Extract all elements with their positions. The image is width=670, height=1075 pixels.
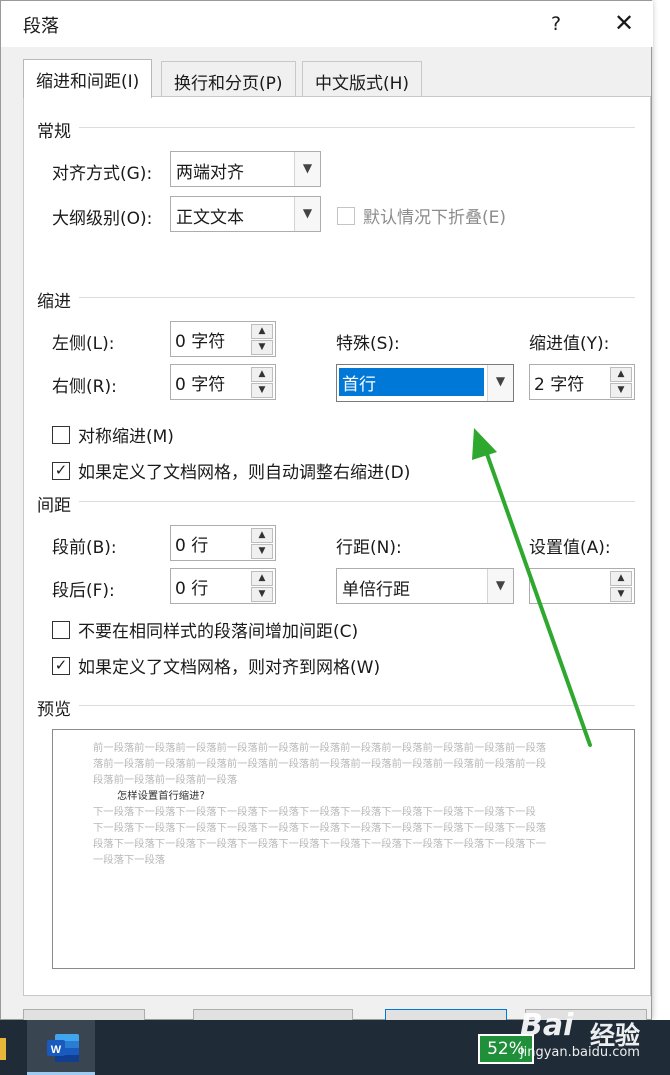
snap-to-grid-checkbox[interactable]: ✓ 如果定义了文档网格，则对齐到网格(W): [52, 653, 380, 678]
alignment-value: 两端对齐: [176, 163, 244, 183]
outline-level-label: 大纲级别(O):: [52, 209, 153, 229]
indent-by-label: 缩进值(Y):: [529, 334, 610, 354]
spin-down-icon[interactable]: ▼: [251, 383, 273, 398]
indent-by-value[interactable]: 2 字符: [534, 370, 584, 395]
checkmark-icon: ✓: [52, 656, 70, 675]
preview-next-line: 一段落下一段落: [93, 854, 166, 866]
mirror-indents-checkbox[interactable]: 对称缩进(M): [52, 422, 174, 447]
checkbox-box: [337, 206, 355, 225]
chevron-down-icon: ▼: [294, 152, 320, 186]
preview-prev-line: 落前一段落前一段落前一段落前一段落前一段落前一段落前一段落前一段落前一段落前一段…: [93, 758, 547, 770]
line-spacing-select[interactable]: 单倍行距 ▼: [336, 568, 514, 604]
spacing-before-value[interactable]: 0 行: [175, 531, 208, 556]
spacing-before-label: 段前(B):: [52, 538, 117, 558]
collapse-by-default-checkbox[interactable]: 默认情况下折叠(E): [337, 203, 506, 228]
spin-down-icon[interactable]: ▼: [610, 383, 632, 398]
preview-next-line: 下一段落下一段落下一段落下一段落下一段落下一段落下一段落下一段落下一段落下一段落…: [93, 822, 547, 834]
snap-to-grid-label: 如果定义了文档网格，则对齐到网格(W): [78, 658, 381, 678]
indent-left-spinner[interactable]: 0 字符 ▲ ▼: [170, 321, 276, 357]
indent-by-spinner[interactable]: 2 字符 ▲ ▼: [529, 364, 635, 400]
preview-prev-line: 前一段落前一段落前一段落前一段落前一段落前一段落前一段落前一段落前一段落前一段落…: [93, 742, 547, 754]
spin-down-icon[interactable]: ▼: [251, 544, 273, 559]
spin-up-icon[interactable]: ▲: [251, 528, 273, 543]
auto-adjust-indent-checkbox[interactable]: ✓ 如果定义了文档网格，则自动调整右缩进(D): [52, 458, 410, 483]
spin-down-icon[interactable]: ▼: [251, 340, 273, 355]
tab-asian-typography[interactable]: 中文版式(H): [302, 61, 423, 97]
section-general: 常规: [37, 122, 71, 142]
special-indent-label: 特殊(S):: [336, 334, 400, 354]
spacing-after-spinner[interactable]: 0 行 ▲ ▼: [170, 568, 276, 604]
no-space-same-style-checkbox[interactable]: 不要在相同样式的段落间增加间距(C): [52, 617, 358, 642]
paragraph-dialog: 段落 ? ✕ 缩进和间距(I) 换行和分页(P) 中文版式(H) 常规 对齐方式…: [0, 0, 653, 1023]
watermark-logo: Bai: [520, 1008, 574, 1043]
preview-next-line: 下一段落下一段落下一段落下一段落下一段落下一段落下一段落下一段落下一段落下一段落…: [93, 806, 536, 818]
checkmark-icon: ✓: [52, 461, 70, 480]
indent-left-label: 左侧(L):: [52, 334, 115, 354]
divider: [79, 297, 635, 298]
background-app-right: [650, 0, 670, 1020]
help-button[interactable]: ?: [539, 7, 573, 41]
preview-next-line: 段落下一段落下一段落下一段落下一段落下一段落下一段落下一段落下一段落下一段落下一…: [93, 838, 547, 850]
no-space-same-style-label: 不要在相同样式的段落间增加间距(C): [78, 622, 359, 642]
dialog-titlebar: 段落 ? ✕: [1, 1, 653, 47]
close-button[interactable]: ✕: [601, 7, 647, 41]
section-indentation: 缩进: [37, 292, 71, 312]
spin-up-icon[interactable]: ▲: [251, 571, 273, 586]
mirror-indents-label: 对称缩进(M): [78, 427, 174, 447]
indent-right-label: 右侧(R):: [52, 377, 117, 397]
line-spacing-value: 单倍行距: [342, 580, 410, 600]
indent-left-value[interactable]: 0 字符: [175, 327, 225, 352]
preview-box: 前一段落前一段落前一段落前一段落前一段落前一段落前一段落前一段落前一段落前一段落…: [52, 729, 635, 969]
line-spacing-label: 行距(N):: [336, 538, 402, 558]
spacing-after-label: 段后(F):: [52, 581, 115, 601]
tab-indents-spacing[interactable]: 缩进和间距(I): [23, 59, 153, 98]
outline-level-select[interactable]: 正文文本 ▼: [170, 196, 321, 232]
collapse-by-default-label: 默认情况下折叠(E): [363, 208, 507, 228]
spacing-at-label: 设置值(A):: [529, 538, 611, 558]
svg-text:W: W: [51, 1044, 62, 1056]
spacing-at-spinner[interactable]: ▲ ▼: [529, 568, 635, 604]
divider: [79, 705, 635, 706]
spin-up-icon[interactable]: ▲: [610, 367, 632, 382]
chevron-down-icon: ▼: [487, 365, 513, 401]
special-indent-value: 首行: [339, 368, 484, 396]
watermark-url: jingyan.baidu.com: [520, 1045, 640, 1060]
section-preview: 预览: [37, 700, 71, 720]
spin-up-icon[interactable]: ▲: [610, 571, 632, 586]
indent-right-spinner[interactable]: 0 字符 ▲ ▼: [170, 364, 276, 400]
dialog-title: 段落: [23, 16, 59, 37]
auto-adjust-indent-label: 如果定义了文档网格，则自动调整右缩进(D): [78, 463, 411, 483]
spin-down-icon[interactable]: ▼: [610, 587, 632, 602]
chevron-down-icon: ▼: [487, 569, 513, 603]
section-spacing: 间距: [37, 496, 71, 516]
preview-prev-line: 段落前一段落前一段落前一段落: [93, 774, 238, 786]
indent-right-value[interactable]: 0 字符: [175, 370, 225, 395]
divider: [79, 127, 635, 128]
checkbox-box: [52, 620, 70, 639]
spacing-before-spinner[interactable]: 0 行 ▲ ▼: [170, 525, 276, 561]
spin-up-icon[interactable]: ▲: [251, 324, 273, 339]
spacing-after-value[interactable]: 0 行: [175, 574, 208, 599]
spin-up-icon[interactable]: ▲: [251, 367, 273, 382]
file-explorer-icon[interactable]: [0, 1038, 6, 1060]
tab-line-page-breaks[interactable]: 换行和分页(P): [161, 61, 296, 97]
special-indent-select[interactable]: 首行 ▼: [336, 364, 514, 402]
preview-sample-text: 怎样设置首行缩进?: [117, 790, 205, 802]
spin-down-icon[interactable]: ▼: [251, 587, 273, 602]
outline-level-value: 正文文本: [176, 208, 244, 228]
chevron-down-icon: ▼: [294, 197, 320, 231]
alignment-label: 对齐方式(G):: [52, 164, 153, 184]
checkbox-box: [52, 425, 70, 444]
divider: [79, 501, 635, 502]
alignment-select[interactable]: 两端对齐 ▼: [170, 151, 321, 187]
word-icon: W: [47, 1034, 79, 1062]
